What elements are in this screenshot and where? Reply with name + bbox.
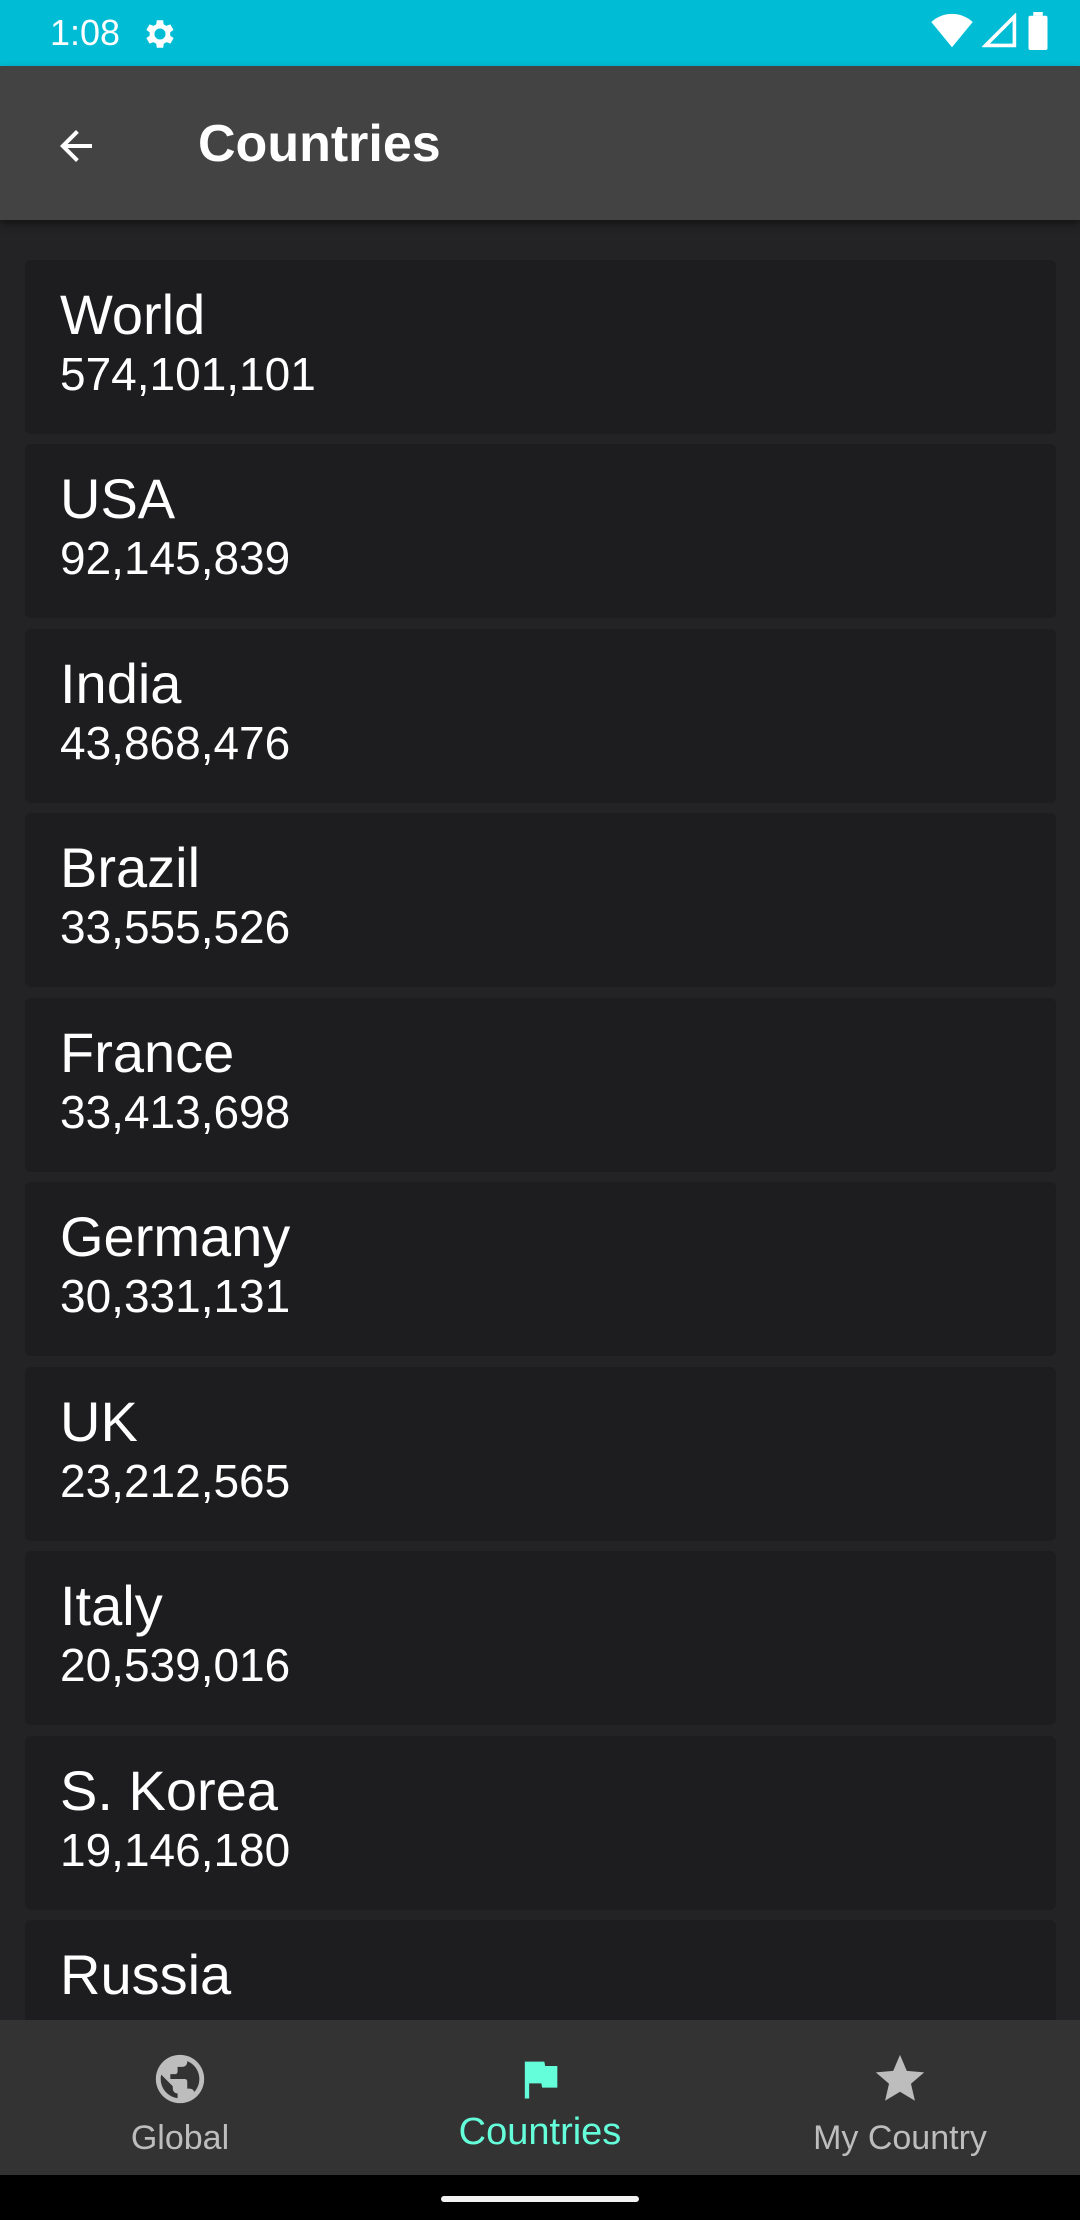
country-name: USA: [60, 467, 176, 530]
country-cases: 23,212,565: [60, 1455, 291, 1507]
nav-item-countries[interactable]: Countries: [360, 2020, 720, 2175]
screen: 1:08 Countries World 574,101,101 USA 92,…: [0, 0, 1080, 2220]
nav-item-my-country[interactable]: My Country: [720, 2020, 1080, 2175]
country-name: World: [60, 283, 206, 346]
country-cases: 574,101,101: [60, 348, 316, 400]
status-time: 1:08: [50, 12, 121, 53]
country-cases: 43,868,476: [60, 717, 291, 769]
country-cases: 20,539,016: [60, 1639, 291, 1691]
battery-icon: [1026, 11, 1050, 55]
country-card-usa[interactable]: USA 92,145,839: [25, 444, 1056, 618]
country-name: S. Korea: [60, 1759, 278, 1822]
country-card-world[interactable]: World 574,101,101: [25, 260, 1056, 434]
country-card-france[interactable]: France 33,413,698: [25, 998, 1056, 1172]
globe-icon: [149, 2048, 211, 2110]
back-button[interactable]: [40, 112, 112, 184]
country-cases: 92,145,839: [60, 532, 291, 584]
country-card-india[interactable]: India 43,868,476: [25, 629, 1056, 803]
country-name: India: [60, 652, 182, 715]
country-name: UK: [60, 1390, 138, 1453]
flag-icon: [509, 2048, 571, 2110]
page-title: Countries: [198, 115, 441, 173]
country-name: France: [60, 1021, 235, 1084]
country-card-s-korea[interactable]: S. Korea 19,146,180: [25, 1736, 1056, 1910]
status-icons: [930, 11, 1050, 55]
home-gesture-handle[interactable]: [441, 2196, 639, 2202]
app-bar: Countries: [0, 66, 1080, 220]
bottom-navigation: Global Countries My Country: [0, 2020, 1080, 2175]
star-icon: [869, 2048, 931, 2110]
system-navigation-bar: [0, 2175, 1080, 2220]
country-cases: 33,413,698: [60, 1086, 291, 1138]
country-name: Brazil: [60, 836, 201, 899]
wifi-icon: [930, 13, 974, 54]
country-cases: 19,146,180: [60, 1824, 291, 1876]
country-name: Russia: [60, 1943, 232, 2006]
country-name: Italy: [60, 1574, 163, 1637]
gear-icon: [141, 15, 179, 53]
status-bar: 1:08: [0, 0, 1080, 66]
nav-item-global[interactable]: Global: [0, 2020, 360, 2175]
nav-label-countries: Countries: [458, 2111, 622, 2153]
country-card-russia[interactable]: Russia: [25, 1920, 1056, 2020]
arrow-back-icon: [52, 122, 100, 175]
country-card-uk[interactable]: UK 23,212,565: [25, 1367, 1056, 1541]
nav-label-global: Global: [130, 2119, 230, 2157]
country-card-italy[interactable]: Italy 20,539,016: [25, 1551, 1056, 1725]
country-name: Germany: [60, 1205, 291, 1268]
country-cases: 30,331,131: [60, 1270, 291, 1322]
country-card-germany[interactable]: Germany 30,331,131: [25, 1182, 1056, 1356]
signal-icon: [981, 11, 1018, 54]
country-list[interactable]: World 574,101,101 USA 92,145,839 India 4…: [0, 220, 1080, 2020]
country-card-brazil[interactable]: Brazil 33,555,526: [25, 813, 1056, 987]
country-cases: 33,555,526: [60, 901, 291, 953]
nav-label-my-country: My Country: [813, 2119, 987, 2157]
